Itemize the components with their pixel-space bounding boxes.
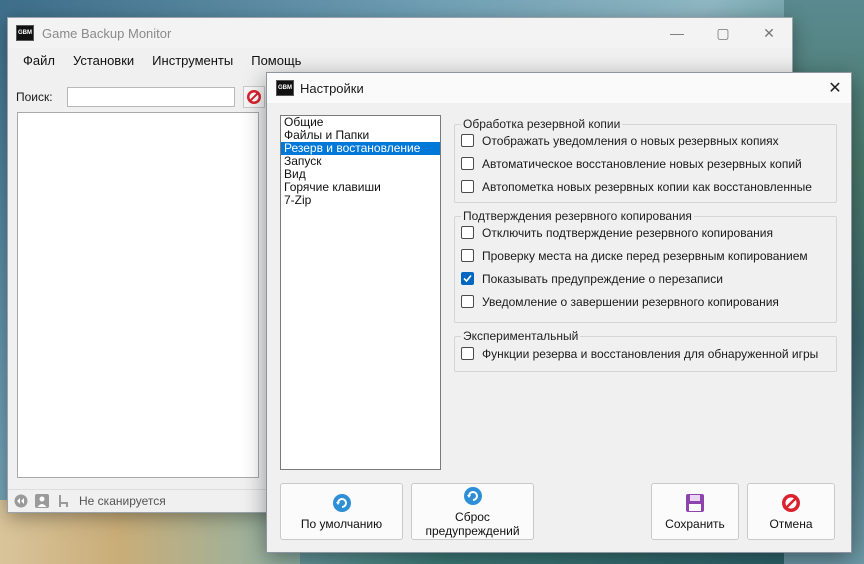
main-titlebar[interactable]: GBM Game Backup Monitor — ▢ ✕ bbox=[8, 18, 792, 48]
option-row[interactable]: Автоматическое восстановление новых резе… bbox=[455, 152, 836, 175]
option-label: Автоматическое восстановление новых резе… bbox=[482, 156, 802, 171]
group-legend: Подтверждения резервного копирования bbox=[461, 209, 694, 223]
menu-help[interactable]: Помощь bbox=[242, 53, 310, 68]
option-row[interactable]: Уведомление о завершении резервного копи… bbox=[455, 290, 836, 313]
gbm-logo-icon: GBM bbox=[16, 25, 34, 41]
group-backup-confirmations: Подтверждения резервного копирования Отк… bbox=[454, 209, 837, 323]
rewind-icon[interactable] bbox=[13, 493, 29, 509]
settings-titlebar[interactable]: GBM Настройки ✕ bbox=[267, 73, 851, 103]
group-legend: Обработка резервной копии bbox=[461, 117, 623, 131]
option-label: Проверку места на диске перед резервным … bbox=[482, 248, 808, 263]
option-label: Показывать предупреждение о перезаписи bbox=[482, 271, 723, 286]
refresh-icon bbox=[463, 486, 483, 506]
defaults-label: По умолчанию bbox=[300, 516, 383, 531]
option-label: Отключить подтверждение резервного копир… bbox=[482, 225, 773, 240]
category-list: Общие Файлы и Папки Резерв и востановлен… bbox=[280, 115, 441, 470]
option-label: Автопометка новых резервных копии как во… bbox=[482, 179, 812, 194]
option-label: Функции резерва и восстановления для обн… bbox=[482, 346, 819, 361]
group-backup-processing: Обработка резервной копии Отображать уве… bbox=[454, 117, 837, 203]
clear-search-button[interactable] bbox=[242, 86, 265, 108]
option-row[interactable]: Отображать уведомления о новых резервных… bbox=[455, 129, 836, 152]
search-input[interactable] bbox=[66, 87, 235, 107]
checkbox[interactable] bbox=[461, 295, 474, 308]
checkbox[interactable] bbox=[461, 180, 474, 193]
option-row[interactable]: Проверку места на диске перед резервным … bbox=[455, 244, 836, 267]
settings-dialog: GBM Настройки ✕ Общие Файлы и Папки Резе… bbox=[266, 72, 852, 553]
group-experimental: Экспериментальный Функции резерва и восс… bbox=[454, 329, 837, 372]
floppy-disk-icon bbox=[685, 493, 705, 513]
checkbox[interactable] bbox=[461, 347, 474, 360]
reset-label-line2: предупреждений bbox=[425, 523, 520, 538]
defaults-button[interactable]: По умолчанию bbox=[280, 483, 403, 540]
refresh-icon bbox=[332, 493, 352, 513]
reset-warnings-button[interactable]: Сброс предупреждений bbox=[411, 483, 534, 540]
checkmark-icon bbox=[463, 274, 472, 283]
save-button[interactable]: Сохранить bbox=[651, 483, 739, 540]
game-list[interactable] bbox=[17, 112, 259, 478]
window-controls: — ▢ ✕ bbox=[654, 18, 792, 48]
menu-file[interactable]: Файл bbox=[14, 53, 64, 68]
save-label: Сохранить bbox=[665, 516, 725, 531]
scan-status-text: Не сканируется bbox=[79, 494, 166, 508]
option-row[interactable]: Автопометка новых резервных копии как во… bbox=[455, 175, 836, 198]
search-row: Поиск: bbox=[16, 86, 265, 108]
group-legend: Экспериментальный bbox=[461, 329, 581, 343]
checkbox[interactable] bbox=[461, 157, 474, 170]
menu-tools[interactable]: Инструменты bbox=[143, 53, 242, 68]
option-label: Уведомление о завершении резервного копи… bbox=[482, 294, 779, 309]
maximize-icon[interactable]: ▢ bbox=[700, 18, 746, 48]
window-title: Game Backup Monitor bbox=[42, 25, 172, 41]
option-row[interactable]: Отключить подтверждение резервного копир… bbox=[455, 221, 836, 244]
cancel-button[interactable]: Отмена bbox=[747, 483, 835, 540]
no-entry-icon bbox=[781, 493, 801, 513]
checkbox[interactable] bbox=[461, 226, 474, 239]
reset-label-line1: Сброс bbox=[455, 509, 490, 524]
checkbox-checked[interactable] bbox=[461, 272, 474, 285]
gbm-logo-icon: GBM bbox=[276, 80, 294, 96]
menubar: Файл Установки Инструменты Помощь bbox=[8, 48, 792, 72]
option-row[interactable]: Функции резерва и восстановления для обн… bbox=[455, 342, 836, 365]
option-label: Отображать уведомления о новых резервных… bbox=[482, 133, 779, 148]
chair-icon[interactable] bbox=[55, 493, 71, 509]
checkbox[interactable] bbox=[461, 249, 474, 262]
dialog-title: Настройки bbox=[300, 80, 364, 96]
category-7zip[interactable]: 7-Zip bbox=[281, 194, 440, 207]
close-icon[interactable]: ✕ bbox=[746, 18, 792, 48]
close-icon[interactable]: ✕ bbox=[825, 78, 845, 98]
minimize-icon[interactable]: — bbox=[654, 18, 700, 48]
option-row[interactable]: Показывать предупреждение о перезаписи bbox=[455, 267, 836, 290]
menu-setup[interactable]: Установки bbox=[64, 53, 143, 68]
cancel-label: Отмена bbox=[769, 516, 813, 531]
no-entry-icon bbox=[246, 90, 261, 104]
checkbox[interactable] bbox=[461, 134, 474, 147]
search-label: Поиск: bbox=[16, 90, 53, 104]
user-icon[interactable] bbox=[34, 493, 50, 509]
